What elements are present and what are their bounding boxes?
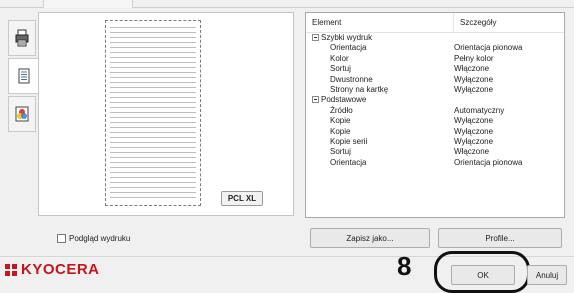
detail-element-label: Sortuj <box>330 147 351 157</box>
detail-value: Wyłączone <box>454 126 494 136</box>
detail-element-label: Kopie <box>330 116 351 126</box>
document-list-icon <box>18 68 29 84</box>
detail-element-label: Źródło <box>330 105 353 115</box>
details-header: Element Szczegóły <box>306 13 564 33</box>
detail-element-label: Orientacja <box>330 157 367 167</box>
detail-row[interactable]: Kolor Pełny kolor <box>306 54 564 64</box>
detail-value: Pełny kolor <box>454 53 494 63</box>
detail-element: Źródło <box>306 106 454 116</box>
kyocera-logo-icon <box>5 263 17 276</box>
color-icon <box>15 106 29 122</box>
group-row[interactable]: Szybki wydruk <box>306 33 564 43</box>
detail-row[interactable]: Orientacja Orientacja pionowa <box>306 43 564 53</box>
preview-page-lines <box>110 27 196 199</box>
detail-element-label: Podstawowe <box>321 95 367 105</box>
print-preview-panel: PCL XL <box>38 12 294 216</box>
detail-value: Włączone <box>454 64 490 74</box>
detail-value: Wyłączone <box>454 136 494 146</box>
detail-element-label: Orientacja <box>330 43 367 53</box>
detail-row[interactable]: Sortuj Włączone <box>306 64 564 74</box>
tab-printer[interactable] <box>8 20 36 56</box>
detail-element: Kolor <box>306 54 454 64</box>
column-header-element[interactable]: Element <box>306 13 454 32</box>
detail-element-label: Kopie <box>330 126 351 136</box>
detail-element: Sortuj <box>306 147 454 157</box>
active-tab-edge <box>43 0 133 8</box>
detail-element-label: Kopie serii <box>330 136 368 146</box>
detail-element-label: Szybki wydruk <box>321 33 373 42</box>
preview-page <box>105 20 201 206</box>
detail-element: Kopie <box>306 127 454 137</box>
top-tab-strip <box>0 0 574 8</box>
detail-element: Orientacja <box>306 158 454 168</box>
cancel-button[interactable]: Anuluj <box>527 265 567 285</box>
collapse-toggle-icon[interactable] <box>312 34 319 41</box>
detail-element: Podstawowe <box>306 95 454 105</box>
detail-row[interactable]: Dwustronne Wyłączone <box>306 75 564 85</box>
tab-document[interactable] <box>8 58 38 94</box>
detail-row[interactable]: Sortuj Włączone <box>306 147 564 157</box>
detail-element-label: Sortuj <box>330 64 351 74</box>
detail-element-label: Strony na kartkę <box>330 84 389 94</box>
detail-row[interactable]: Kopie Wyłączone <box>306 127 564 137</box>
step-number: 8 <box>397 251 412 281</box>
profiles-button[interactable]: Profile... <box>438 228 562 248</box>
sidebar-tabs <box>8 20 38 134</box>
tab-color[interactable] <box>8 96 36 132</box>
brand-name: KYOCERA <box>21 261 100 278</box>
detail-row[interactable]: Kopie Wyłączone <box>306 116 564 126</box>
group-row[interactable]: Podstawowe <box>306 95 564 105</box>
detail-row[interactable]: Strony na kartkę Wyłączone <box>306 85 564 95</box>
detail-value: Wyłączone <box>454 116 494 126</box>
detail-element-label: Dwustronne <box>330 74 373 84</box>
detail-element: Sortuj <box>306 64 454 74</box>
detail-value: Orientacja pionowa <box>454 157 523 167</box>
detail-row[interactable]: Źródło Automatyczny <box>306 106 564 116</box>
detail-element: Kopie <box>306 116 454 126</box>
collapse-toggle-icon[interactable] <box>312 96 319 104</box>
detail-element: Szybki wydruk <box>306 33 454 43</box>
detail-row[interactable]: Orientacja Orientacja pionowa <box>306 158 564 168</box>
kyocera-logo: KYOCERA <box>4 261 100 278</box>
printer-icon <box>15 29 29 47</box>
detail-element: Dwustronne <box>306 75 454 85</box>
details-rows: Szybki wydruk Orientacja Orientacja pionow… <box>306 33 564 168</box>
detail-value: Wyłączone <box>454 84 494 94</box>
detail-element: Strony na kartkę <box>306 85 454 95</box>
detail-value: Włączone <box>454 147 490 157</box>
detail-value: Wyłączone <box>454 74 494 84</box>
save-as-button[interactable]: Zapisz jako... <box>310 228 430 248</box>
preview-toggle[interactable]: Podgląd wydruku <box>57 234 130 243</box>
settings-details-list[interactable]: Element Szczegóły Szybki wydruk Orientacj… <box>305 12 565 218</box>
detail-element-label: Kolor <box>330 53 349 63</box>
preview-checkbox[interactable] <box>57 234 66 243</box>
detail-value: Automatyczny <box>454 105 505 115</box>
preview-checkbox-label: Podgląd wydruku <box>69 234 131 243</box>
detail-row[interactable]: Kopie serii Wyłączone <box>306 137 564 147</box>
ok-button[interactable]: OK <box>451 265 515 285</box>
pdl-badge: PCL XL <box>221 191 263 206</box>
detail-value: Orientacja pionowa <box>454 43 523 53</box>
detail-element: Kopie serii <box>306 137 454 147</box>
column-header-details[interactable]: Szczegóły <box>454 13 496 32</box>
detail-element: Orientacja <box>306 43 454 53</box>
